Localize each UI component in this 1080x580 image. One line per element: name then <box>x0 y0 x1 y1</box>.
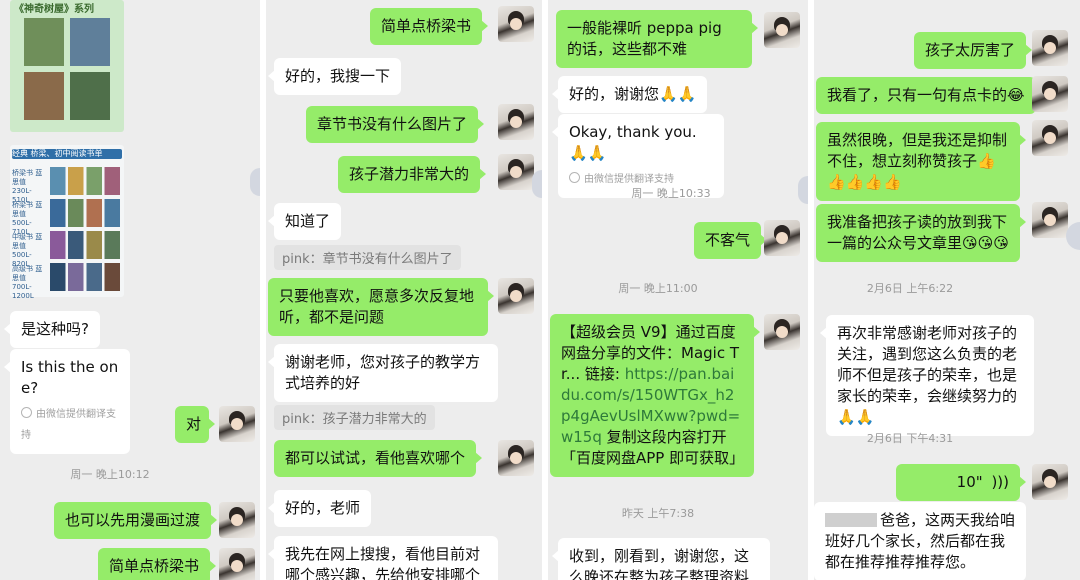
side-handle[interactable] <box>1066 222 1080 250</box>
message-text: 也可以先用漫画过渡 <box>65 511 201 529</box>
message-translation[interactable]: Is this the one? 由微信提供翻译支持 <box>4 349 130 454</box>
message-text: 好的，我搜一下 <box>285 67 391 85</box>
message-potential[interactable]: 孩子潜力非常大的 <box>338 156 487 193</box>
check-circle-icon <box>21 407 32 418</box>
avatar[interactable] <box>219 548 255 580</box>
message-text: 都可以试试，看他喜欢哪个 <box>285 449 466 467</box>
message-text: 简单点桥梁书 <box>109 557 200 575</box>
avatar[interactable] <box>498 154 534 190</box>
quote-chapter[interactable]: pink：章节书没有什么图片了 <box>274 245 461 270</box>
message-text: Is this the one? <box>21 358 119 397</box>
message-text: 是这种吗? <box>21 320 89 338</box>
message-text: 知道了 <box>285 212 331 230</box>
message-likes[interactable]: 只要他喜欢，愿意多次反复地听，都不是问题 <box>268 278 494 336</box>
message-text: 一般能裸听 peppa pig 的话，这些都不难 <box>567 19 722 58</box>
message-read[interactable]: 我看了，只有一句有点卡的😂 <box>816 77 1042 114</box>
timestamp: 2月6日 上午6:22 <box>866 282 954 295</box>
message-text: 章节书没有什么图片了 <box>317 115 468 133</box>
message-received[interactable]: 收到，刚看到，谢谢您，这么晚还在整为孩子整理资料 <box>552 538 770 580</box>
message-text: 孩子潜力非常大的 <box>349 165 470 183</box>
avatar[interactable] <box>764 314 800 350</box>
message-know[interactable]: 知道了 <box>267 203 342 240</box>
avatar[interactable] <box>219 406 255 442</box>
level-3: 中级书 蓝思值 500L-820L <box>12 233 43 268</box>
avatar[interactable] <box>1032 76 1068 112</box>
voice-message[interactable]: 10" ))) <box>896 464 1026 501</box>
message-text: 只要他喜欢，愿意多次反复地听，都不是问题 <box>279 287 475 326</box>
avatar[interactable] <box>498 104 534 140</box>
chat-panel-4[interactable]: 孩子太厉害了 我看了，只有一句有点卡的😂 虽然很晚，但是我还是抑制不住，想立刻称… <box>814 0 1080 580</box>
message-comic[interactable]: 也可以先用漫画过渡 <box>54 502 218 539</box>
poster-title: 《神奇树屋》系列 <box>14 4 94 15</box>
collage: 《神奇树屋》系列 经典 桥梁、初中阅读书单 桥梁书 蓝思值 230L-510L … <box>0 0 1080 580</box>
translation-note: 由微信提供翻译支持 <box>21 407 116 441</box>
message-great[interactable]: 孩子太厉害了 <box>914 32 1033 69</box>
voice-duration: 10" <box>956 473 983 491</box>
message-text: 好的，老师 <box>285 499 361 517</box>
message-chapter-book[interactable]: 章节书没有什么图片了 <box>306 106 485 143</box>
message-ok-teacher[interactable]: 好的，老师 <box>267 490 372 527</box>
avatar[interactable] <box>219 502 255 538</box>
message-text: 再次非常感谢老师对孩子的关注，遇到您这么负责的老师不但是孩子的荣幸，也是家长的荣… <box>837 324 1018 426</box>
message-text: 孩子太厉害了 <box>925 41 1016 59</box>
avatar[interactable] <box>498 6 534 42</box>
timestamp: 周一 晚上10:33 <box>631 187 711 200</box>
message-late[interactable]: 虽然很晚，但是我还是抑制不住，想立刻称赞孩子👍👍👍👍👍 <box>816 122 1026 201</box>
side-handle[interactable] <box>250 168 260 196</box>
message-text: Okay, thank you.🙏🙏 <box>569 123 697 162</box>
redacted-name <box>825 513 877 527</box>
message-bridge-book[interactable]: 简单点桥梁书 <box>98 548 217 580</box>
message-text: 谢谢老师，您对孩子的教学方式培养的好 <box>285 353 481 392</box>
chat-panel-2[interactable]: 简单点桥梁书 好的，我搜一下 章节书没有什么图片了 孩子潜力非常大的 知道了 p… <box>266 0 542 580</box>
timestamp: 2月6日 下午4:31 <box>866 432 954 445</box>
message-welcome[interactable]: 不客气 <box>694 222 768 259</box>
avatar[interactable] <box>1032 202 1068 238</box>
avatar[interactable] <box>1032 120 1068 156</box>
quote-potential[interactable]: pink：孩子潜力非常大的 <box>274 405 435 430</box>
message-peppa[interactable]: 一般能裸听 peppa pig 的话，这些都不难 <box>556 10 758 68</box>
level-1: 桥梁书 蓝思值 230L-510L <box>12 169 43 204</box>
avatar[interactable] <box>764 12 800 48</box>
message-bridge-book[interactable]: 简单点桥梁书 <box>370 8 489 45</box>
message-parents[interactable]: 爸爸，这两天我给咱班好几个家长，然后都在我都在推荐推荐推荐您。 <box>814 502 1026 580</box>
timestamp: 周一 晚上11:00 <box>618 282 698 295</box>
message-try[interactable]: 都可以试试，看他喜欢哪个 <box>274 440 483 477</box>
voice-wave-icon: ))) <box>991 473 1009 491</box>
chat-panel-1[interactable]: 《神奇树屋》系列 经典 桥梁、初中阅读书单 桥梁书 蓝思值 230L-510L … <box>0 0 260 580</box>
message-text: 不客气 <box>705 231 751 249</box>
message-thanks[interactable]: 谢谢老师，您对孩子的教学方式培养的好 <box>268 344 498 402</box>
message-text: 我准备把孩子读的放到我下一篇的公众号文章里😘😘😘 <box>827 213 1009 252</box>
message-post[interactable]: 我准备把孩子读的放到我下一篇的公众号文章里😘😘😘 <box>816 204 1026 262</box>
chat-panel-3[interactable]: 一般能裸听 peppa pig 的话，这些都不难 好的，谢谢您🙏🙏 Okay, … <box>548 0 808 580</box>
message-gratitude[interactable]: 再次非常感谢老师对孩子的关注，遇到您这么负责的老师不但是孩子的荣幸，也是家长的荣… <box>820 315 1034 436</box>
message-text: 虽然很晚，但是我还是抑制不住，想立刻称赞孩子👍👍👍👍👍 <box>827 131 1008 191</box>
reading-list-poster[interactable]: 经典 桥梁、初中阅读书单 桥梁书 蓝思值 230L-510L 桥梁书 蓝思值 5… <box>10 145 124 300</box>
magic-tree-house-poster[interactable]: 《神奇树屋》系列 <box>10 0 124 132</box>
check-circle-icon <box>569 172 580 183</box>
message-yes[interactable]: 对 <box>175 406 215 443</box>
message-share-link[interactable]: 【超级会员 V9】通过百度网盘分享的文件：Magic Tr... 链接: htt… <box>550 314 760 477</box>
avatar[interactable] <box>764 220 800 256</box>
message-text: 我先在网上搜搜，看他目前对哪个感兴趣，先给他安排哪个 <box>285 545 481 580</box>
message-ok-thanks[interactable]: 好的，谢谢您🙏🙏 <box>551 76 708 113</box>
avatar[interactable] <box>1032 30 1068 66</box>
message-search[interactable]: 好的，我搜一下 <box>267 58 402 95</box>
timestamp: 周一 晚上10:12 <box>70 468 150 481</box>
avatar[interactable] <box>498 440 534 476</box>
message-text: 好的，谢谢您🙏🙏 <box>569 85 697 103</box>
side-handle[interactable] <box>798 176 808 204</box>
avatar[interactable] <box>498 278 534 314</box>
message-online[interactable]: 我先在网上搜搜，看他目前对哪个感兴趣，先给他安排哪个 <box>268 536 498 580</box>
level-4: 高级书 蓝思值 700L-1200L <box>12 265 43 300</box>
side-handle[interactable] <box>532 170 542 198</box>
message-text: 简单点桥梁书 <box>381 17 472 35</box>
level-2: 桥梁书 蓝思值 500L-710L <box>12 201 43 236</box>
message-text: 对 <box>186 415 202 433</box>
message-text: 收到，刚看到，谢谢您，这么晚还在整为孩子整理资料 <box>569 547 750 580</box>
message-text: 我看了，只有一句有点卡的😂 <box>827 86 1025 104</box>
poster-header: 经典 桥梁、初中阅读书单 <box>12 149 122 159</box>
message-is-this[interactable]: 是这种吗? <box>4 311 100 348</box>
avatar[interactable] <box>1032 464 1068 500</box>
timestamp: 昨天 上午7:38 <box>621 507 695 520</box>
